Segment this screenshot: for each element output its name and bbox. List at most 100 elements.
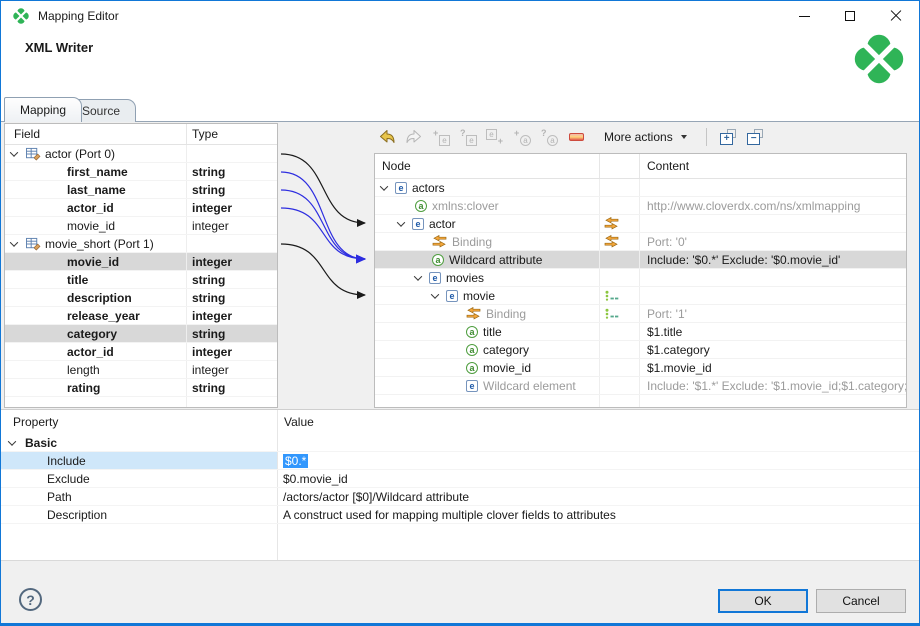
field-row[interactable]: titlestring — [5, 271, 277, 289]
column-header-content[interactable]: Content — [640, 154, 906, 178]
field-row[interactable]: actor (Port 0) — [5, 145, 277, 163]
chevron-down-icon[interactable] — [8, 437, 16, 445]
field-row[interactable]: categorystring — [5, 325, 277, 343]
tab-mapping[interactable]: Mapping — [4, 97, 82, 122]
tree-row[interactable]: BindingPort: '0' — [375, 233, 906, 251]
property-row[interactable]: Path/actors/actor [$0]/Wildcard attribut… — [1, 488, 920, 506]
add-wildcard-attribute-button[interactable]: ?a — [538, 126, 560, 148]
field-cell: rating — [5, 379, 187, 396]
field-row[interactable]: actor_idinteger — [5, 343, 277, 361]
field-row[interactable]: movie_short (Port 1) — [5, 235, 277, 253]
column-header-node[interactable]: Node — [375, 154, 600, 178]
property-value-cell[interactable]: $0.* — [278, 452, 920, 469]
left-field-table: Field Type actor (Port 0)first_namestrin… — [4, 123, 278, 408]
expand-all-button[interactable]: + — [718, 126, 740, 148]
property-value-cell[interactable]: A construct used for mapping multiple cl… — [278, 506, 920, 523]
add-attribute-button[interactable]: +a — [511, 126, 533, 148]
property-group-row[interactable]: Basic — [1, 434, 920, 452]
property-value-cell[interactable]: $0.movie_id — [278, 470, 920, 487]
add-wildcard-attribute-icon: ?a — [540, 128, 558, 146]
tree-row[interactable]: aWildcard attributeInclude: '$0.*' Exclu… — [375, 251, 906, 269]
field-row[interactable]: first_namestring — [5, 163, 277, 181]
toolbar-separator — [706, 128, 707, 146]
field-row[interactable]: last_namestring — [5, 181, 277, 199]
property-row[interactable]: DescriptionA construct used for mapping … — [1, 506, 920, 524]
node-cell: eactors — [375, 179, 600, 196]
chevron-down-icon[interactable] — [414, 272, 422, 280]
tree-row[interactable]: BindingPort: '1' — [375, 305, 906, 323]
field-cell: description — [5, 289, 187, 306]
tree-row[interactable]: emovie — [375, 287, 906, 305]
remove-button[interactable] — [565, 126, 587, 148]
element-icon: e — [429, 272, 441, 284]
field-cell: category — [5, 325, 187, 342]
column-header-field[interactable]: Field — [5, 124, 187, 144]
add-sibling-element-button[interactable]: e+ — [484, 126, 506, 148]
more-actions-button[interactable]: More actions — [596, 126, 695, 148]
undo-button[interactable] — [376, 126, 398, 148]
chevron-down-icon[interactable] — [431, 290, 439, 298]
field-row[interactable]: ratingstring — [5, 379, 277, 397]
field-row[interactable]: lengthinteger — [5, 361, 277, 379]
field-label: actor_id — [67, 201, 114, 215]
field-row[interactable]: actor_id integer — [5, 199, 277, 217]
field-cell: actor_id — [5, 343, 187, 360]
node-content: Include: '$1.*' Exclude: '$1.movie_id;$1… — [640, 377, 906, 394]
field-row[interactable]: release_yearinteger — [5, 307, 277, 325]
node-label: actors — [412, 181, 445, 195]
tree-row[interactable]: eactor — [375, 215, 906, 233]
column-header-value[interactable]: Value — [278, 410, 920, 434]
node-gutter-cell — [600, 305, 640, 322]
maximize-button[interactable] — [827, 1, 873, 31]
field-type: integer — [187, 343, 277, 360]
binding-icon — [466, 307, 481, 320]
mapping-arrow — [281, 154, 365, 223]
property-row[interactable]: Include$0.* — [1, 452, 920, 470]
filler-cell — [5, 397, 187, 407]
field-row[interactable]: movie_idinteger — [5, 217, 277, 235]
field-type: integer — [187, 199, 277, 216]
tree-row[interactable]: emovies — [375, 269, 906, 287]
field-type: string — [187, 271, 277, 288]
field-type: string — [187, 289, 277, 306]
column-header-type[interactable]: Type — [187, 124, 277, 144]
mapping-arrow — [281, 244, 365, 295]
property-row[interactable]: Exclude$0.movie_id — [1, 470, 920, 488]
node-content: $1.movie_id — [640, 359, 906, 376]
property-name-cell: Include — [1, 452, 278, 469]
tree-row[interactable]: acategory$1.category — [375, 341, 906, 359]
node-gutter-cell — [600, 233, 640, 250]
tree-row[interactable]: eWildcard elementInclude: '$1.*' Exclude… — [375, 377, 906, 395]
add-wildcard-element-button[interactable]: ?e — [457, 126, 479, 148]
attribute-icon: a — [432, 254, 444, 266]
minimize-button[interactable] — [781, 1, 827, 31]
tree-row[interactable]: axmlns:cloverhttp://www.cloverdx.com/ns/… — [375, 197, 906, 215]
chevron-down-icon[interactable] — [10, 148, 18, 156]
add-child-element-button[interactable]: +e — [430, 126, 452, 148]
field-table-header: Field Type — [5, 124, 277, 145]
collapse-all-icon: − — [747, 129, 764, 146]
redo-button[interactable] — [403, 126, 425, 148]
close-button[interactable] — [873, 1, 919, 31]
tree-row[interactable]: eactors — [375, 179, 906, 197]
field-label: last_name — [67, 183, 126, 197]
help-button[interactable]: ? — [19, 588, 42, 611]
node-content: Port: '0' — [640, 233, 906, 250]
node-tree-header: Node Content — [375, 154, 906, 179]
node-gutter-cell — [600, 287, 640, 304]
chevron-down-icon[interactable] — [380, 182, 388, 190]
field-row[interactable]: movie_idinteger — [5, 253, 277, 271]
chevron-down-icon[interactable] — [10, 238, 18, 246]
tree-row[interactable]: amovie_id$1.movie_id — [375, 359, 906, 377]
field-row[interactable]: descriptionstring — [5, 289, 277, 307]
redo-icon — [405, 129, 423, 145]
field-type: integer — [187, 253, 277, 270]
collapse-all-button[interactable]: − — [745, 126, 767, 148]
node-label: movies — [446, 271, 484, 285]
tree-row[interactable]: atitle$1.title — [375, 323, 906, 341]
chevron-down-icon[interactable] — [397, 218, 405, 226]
column-header-property[interactable]: Property — [1, 410, 278, 434]
property-value-cell[interactable]: /actors/actor [$0]/Wildcard attribute — [278, 488, 920, 505]
cancel-button[interactable]: Cancel — [816, 589, 906, 613]
ok-button[interactable]: OK — [718, 589, 808, 613]
